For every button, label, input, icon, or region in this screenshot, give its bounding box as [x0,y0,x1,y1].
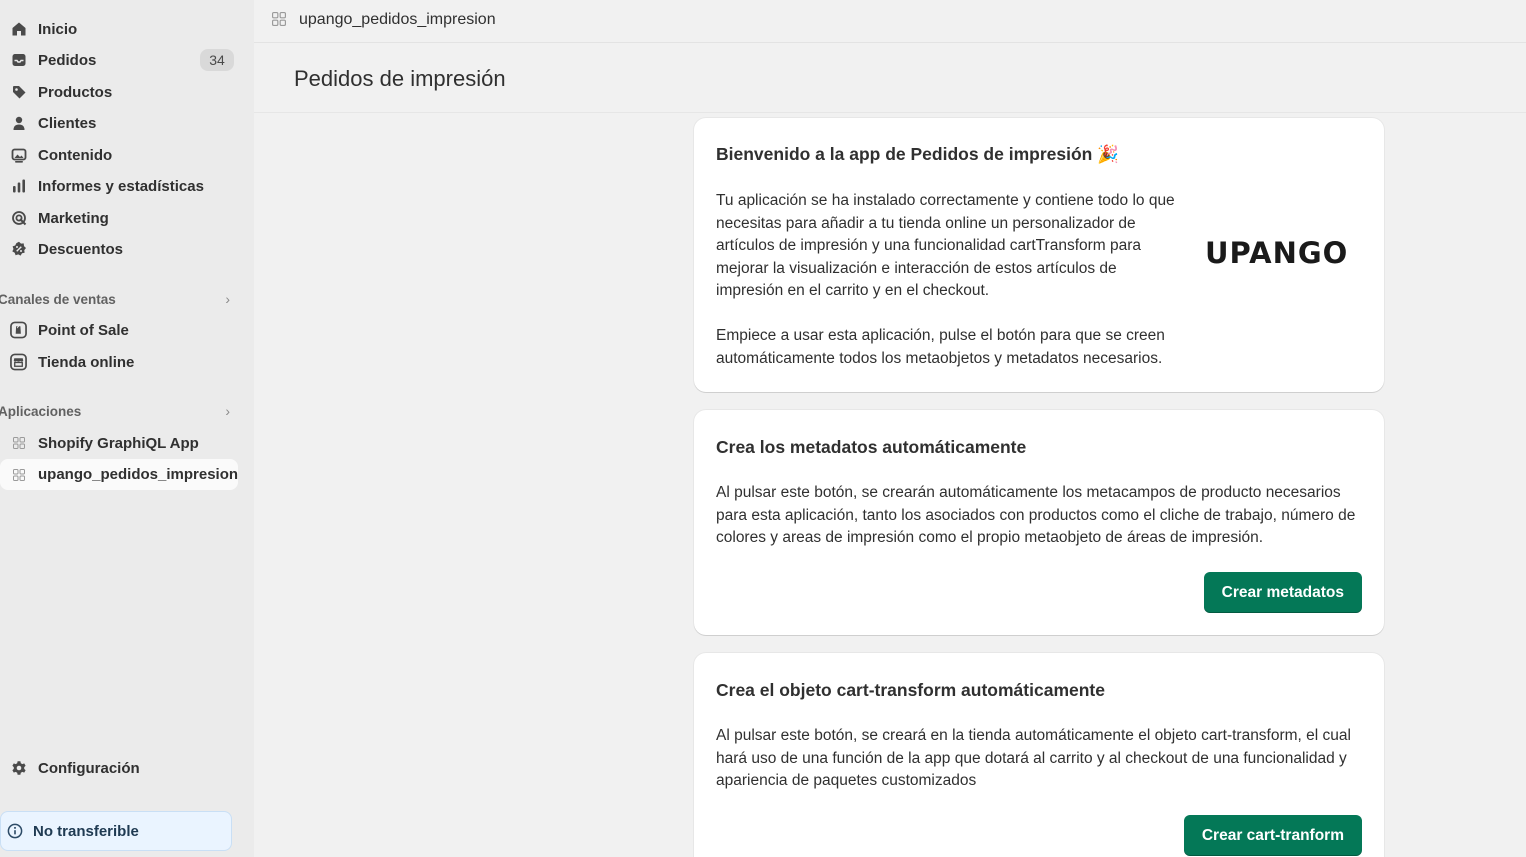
sidebar-item-pedidos[interactable]: Pedidos 34 [0,45,238,75]
non-transferable-notice[interactable]: No transferible [0,811,232,851]
sidebar-item-label: Descuentos [38,240,124,258]
sidebar-item-productos[interactable]: Productos [0,77,238,107]
image-icon [10,147,27,164]
sidebar-item-shopify-graphiql-app[interactable]: Shopify GraphiQL App [0,428,238,458]
metadata-title: Crea los metadatos automáticamente [716,437,1027,457]
sidebar-item-informes[interactable]: Informes y estadísticas [0,171,238,201]
section-heading: Aplicaciones [0,403,82,419]
metadata-card: Crea los metadatos automáticamente Al pu… [694,410,1384,635]
app-icon [10,435,27,452]
sidebar-item-clientes[interactable]: Clientes [0,108,238,138]
notice-label: No transferible [33,822,139,840]
upango-logo: UPANGO [1205,236,1349,270]
cart-transform-card: Crea el objeto cart-transform automática… [694,653,1384,857]
sidebar-item-label: Configuración [38,759,140,777]
welcome-title: Bienvenido a la app de Pedidos de impres… [716,144,1119,164]
tag-icon [10,84,27,101]
info-icon [7,823,23,839]
sidebar-item-descuentos[interactable]: Descuentos [0,234,238,264]
app-topbar: upango_pedidos_impresion [254,0,1526,43]
sidebar-item-label: Inicio [38,20,78,38]
page-title: Pedidos de impresión [294,66,506,91]
sidebar-item-label: Productos [38,83,113,101]
sidebar-item-point-of-sale[interactable]: Point of Sale [0,315,238,345]
bar-chart-icon [10,178,27,195]
app-title: upango_pedidos_impresion [299,11,496,28]
welcome-paragraph-2: Empiece a usar esta aplicación, pulse el… [716,327,1165,367]
sidebar-item-upango-pedidos-impresion[interactable]: upango_pedidos_impresion [0,459,238,490]
discount-icon [10,241,27,258]
sales-channels-header[interactable]: Canales de ventas › [0,288,238,310]
cart-transform-title: Crea el objeto cart-transform automática… [716,680,1105,700]
sidebar-item-configuracion[interactable]: Configuración [0,753,238,783]
section-heading: Canales de ventas [0,291,116,307]
chevron-right-icon: › [225,291,230,307]
create-cart-transform-button[interactable]: Crear cart-tranform [1183,815,1362,856]
sidebar: Inicio Pedidos 34 Productos Clientes Con… [0,0,254,857]
home-icon [10,21,27,38]
sidebar-item-label: Pedidos [38,51,97,69]
create-metadata-button[interactable]: Crear metadatos [1203,572,1362,613]
sidebar-item-label: Marketing [38,209,109,227]
sidebar-item-label: Tienda online [38,353,135,371]
sidebar-item-label: Point of Sale [38,321,129,339]
welcome-card: Bienvenido a la app de Pedidos de impres… [694,118,1384,392]
inbox-icon [10,52,27,69]
metadata-description: Al pulsar este botón, se crearán automát… [716,484,1356,546]
target-icon [10,210,27,227]
sidebar-item-inicio[interactable]: Inicio [0,14,238,44]
sidebar-item-label: upango_pedidos_impresion [38,466,239,483]
app-icon [272,12,286,26]
sidebar-item-tienda-online[interactable]: Tienda online [0,347,238,377]
apps-header[interactable]: Aplicaciones › [0,400,238,422]
orders-count-badge: 34 [200,49,234,71]
chevron-right-icon: › [225,403,230,419]
sidebar-item-label: Clientes [38,114,97,132]
gear-icon [10,760,27,777]
sidebar-item-label: Contenido [38,146,113,164]
cart-transform-description: Al pulsar este botón, se creará en la ti… [716,727,1351,789]
sidebar-item-label: Informes y estadísticas [38,177,204,195]
page-header: Pedidos de impresión [254,44,1526,113]
app-icon [10,466,27,483]
sidebar-item-contenido[interactable]: Contenido [0,140,238,170]
store-icon [10,353,27,371]
pos-icon [10,321,27,339]
sidebar-item-marketing[interactable]: Marketing [0,203,238,233]
welcome-paragraph-1: Tu aplicación se ha instalado correctame… [716,192,1175,299]
sidebar-item-label: Shopify GraphiQL App [38,434,199,452]
person-icon [10,115,27,132]
